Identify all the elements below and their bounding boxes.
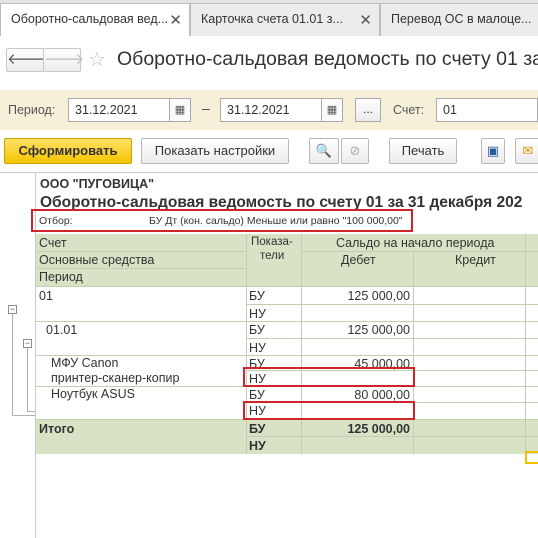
row-nu: НУ xyxy=(249,341,266,355)
highlight-nu-row xyxy=(243,401,415,420)
active-cell-marker xyxy=(525,451,538,464)
row-name: 01 xyxy=(39,289,53,303)
period-label: Период: xyxy=(8,103,56,117)
toolbar: Сформировать Показать настройки 🔍 ⊘ Печа… xyxy=(0,130,538,172)
grid-line xyxy=(36,268,246,269)
grid-line xyxy=(36,251,246,252)
report-sheet: ООО "ПУГОВИЦА" Оборотно-сальдовая ведомо… xyxy=(31,173,538,538)
print-button[interactable]: Печать xyxy=(389,138,457,164)
generate-button[interactable]: Сформировать xyxy=(4,138,132,164)
header-indicators-2: тели xyxy=(260,250,285,262)
group-line xyxy=(12,309,13,415)
grid-line xyxy=(246,436,538,437)
total-label: Итого xyxy=(39,422,75,436)
group-line xyxy=(12,415,36,416)
close-icon[interactable]: ✕ xyxy=(359,11,372,29)
account-field[interactable]: 01 xyxy=(436,98,538,122)
row-bu: БУ xyxy=(249,388,265,402)
search-clear-button[interactable]: ⊘ xyxy=(341,138,369,164)
close-icon[interactable]: ✕ xyxy=(169,11,182,29)
total-row xyxy=(36,420,538,454)
tab-trial-balance[interactable]: Оборотно-сальдовая вед... ✕ xyxy=(0,3,190,37)
save-icon: ▣ xyxy=(486,143,500,158)
header-account: Счет xyxy=(39,236,67,250)
highlight-nu-row xyxy=(243,367,415,387)
search-icon: 🔍 xyxy=(315,143,333,158)
row-name: МФУ Canon xyxy=(51,356,119,370)
header-period: Период xyxy=(39,270,83,284)
nav-row: 🡐 🡒 ☆ Оборотно-сальдовая ведомость по сч… xyxy=(0,36,538,86)
grid-line xyxy=(525,234,526,437)
show-settings-button[interactable]: Показать настройки xyxy=(141,138,289,164)
save-button[interactable]: ▣ xyxy=(481,138,505,164)
grid-line xyxy=(246,338,538,339)
tab-label: Оборотно-сальдовая вед... xyxy=(11,12,169,26)
header-fixed-assets: Основные средства xyxy=(39,253,155,267)
row-debit: 125 000,00 xyxy=(347,323,410,337)
grid-line xyxy=(246,304,538,305)
grid-line xyxy=(301,420,302,454)
row-nu: НУ xyxy=(249,307,266,321)
arrow-right-icon: 🡒 xyxy=(44,51,85,68)
collapse-toggle[interactable]: − xyxy=(8,305,17,314)
grid-line xyxy=(36,321,538,322)
forward-button[interactable]: 🡒 xyxy=(43,48,85,72)
row-name: 01.01 xyxy=(46,323,78,337)
back-button[interactable]: 🡐 xyxy=(6,48,48,72)
row-bu: БУ xyxy=(249,289,265,303)
total-bu: БУ xyxy=(249,422,266,436)
header-credit: Кредит xyxy=(455,253,496,267)
calendar-icon[interactable]: ▦ xyxy=(169,98,191,122)
header-debit: Дебет xyxy=(341,253,376,267)
calendar-icon[interactable]: ▦ xyxy=(321,98,343,122)
grid-line xyxy=(246,420,247,454)
row-name: Ноутбук ASUS xyxy=(51,387,135,401)
page-title: Оборотно-сальдовая ведомость по счету 01… xyxy=(117,48,538,70)
tab-transfer-os[interactable]: Перевод ОС в малоце... xyxy=(380,3,538,36)
grid-line xyxy=(301,251,538,252)
highlight-filter xyxy=(31,209,413,232)
row-debit: 125 000,00 xyxy=(347,289,410,303)
search-clear-icon: ⊘ xyxy=(349,143,361,158)
header-opening-balance: Сальдо на начало периода xyxy=(336,236,495,250)
group-line xyxy=(27,343,28,411)
tab-bar: Оборотно-сальдовая вед... ✕ Карточка сче… xyxy=(0,0,538,37)
search-button[interactable]: 🔍 xyxy=(309,138,339,164)
star-icon[interactable]: ☆ xyxy=(88,47,106,72)
email-icon: ✉ xyxy=(522,143,534,158)
params-panel: Период: 31.12.2021 ▦ – 31.12.2021 ▦ ... … xyxy=(0,90,538,130)
date-to-field[interactable]: 31.12.2021 xyxy=(220,98,322,122)
email-button[interactable]: ✉ xyxy=(515,138,538,164)
header-indicators: Показа- xyxy=(251,236,293,248)
report-area: − − ООО "ПУГОВИЦА" Оборотно-сальдовая ве… xyxy=(0,172,538,538)
row-bu: БУ xyxy=(249,323,265,337)
tab-label: Перевод ОС в малоце... xyxy=(391,12,532,26)
grid-line xyxy=(525,420,526,454)
row-debit: 80 000,00 xyxy=(354,388,410,402)
org-name: ООО "ПУГОВИЦА" xyxy=(40,177,155,191)
tab-account-card[interactable]: Карточка счета 01.01 з... ✕ xyxy=(190,3,380,36)
arrow-left-icon: 🡐 xyxy=(7,51,48,68)
range-dash: – xyxy=(202,100,210,116)
tab-label: Карточка счета 01.01 з... xyxy=(201,12,343,26)
total-debit: 125 000,00 xyxy=(347,422,410,436)
row-name-2: принтер-сканер-копир xyxy=(51,371,180,385)
account-label: Счет: xyxy=(393,103,425,117)
date-from-field[interactable]: 31.12.2021 xyxy=(68,98,170,122)
period-select-button[interactable]: ... xyxy=(355,98,381,122)
collapse-toggle[interactable]: − xyxy=(23,339,32,348)
grid-line xyxy=(36,286,538,287)
grid-line xyxy=(413,420,414,454)
total-nu: НУ xyxy=(249,439,266,453)
